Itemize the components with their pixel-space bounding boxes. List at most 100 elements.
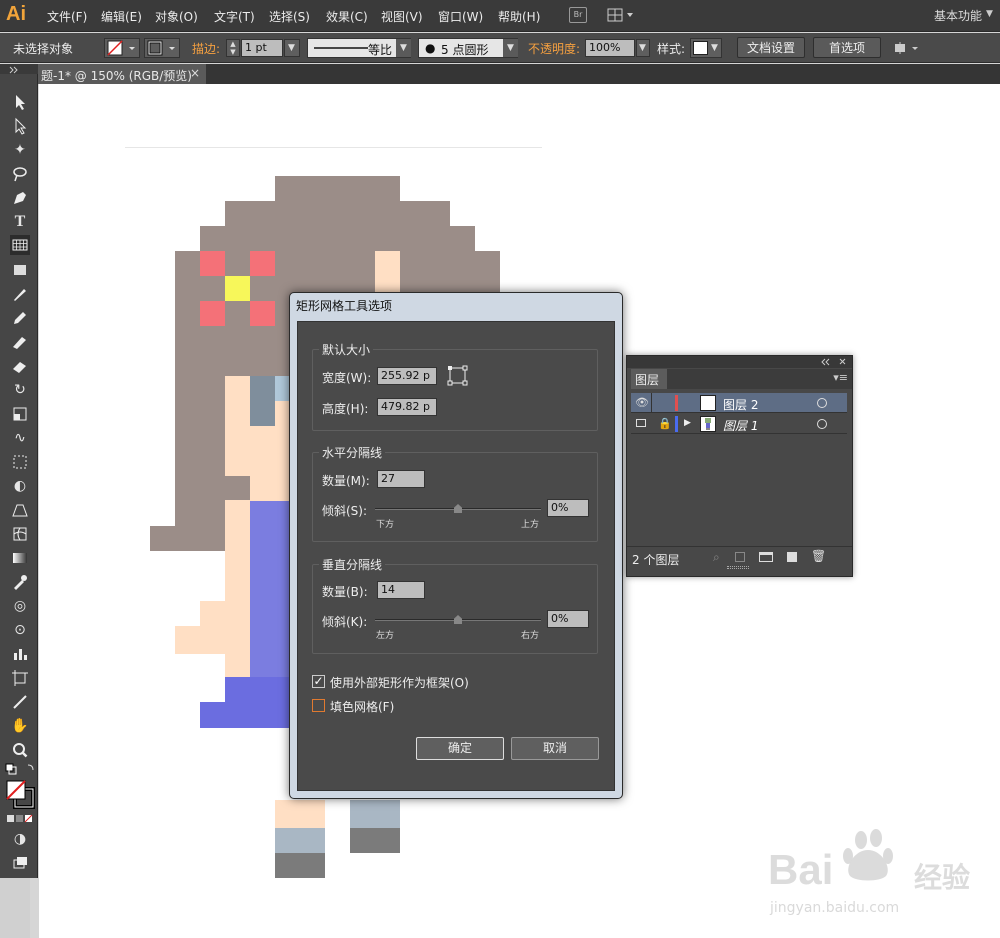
opacity-dropdown[interactable]: ▼ [636,39,650,57]
target-icon[interactable] [817,398,827,408]
mesh-tool-icon[interactable] [10,524,30,544]
arrange-documents-button[interactable] [606,7,634,23]
horizontal-skew-field[interactable]: 0% [547,499,589,517]
use-outer-rect-checkbox[interactable]: ✓ [312,675,325,688]
menu-file[interactable]: 文件(F) [47,8,87,25]
chevron-down-icon: ▼ [288,43,295,53]
gradient-tool-icon[interactable] [10,548,30,568]
screen-mode-icon[interactable] [10,853,30,873]
width-field[interactable]: 255.92 p [377,367,437,385]
lasso-tool-icon[interactable] [10,164,30,184]
dot-icon: ● [425,41,436,55]
menu-object[interactable]: 对象(O) [155,8,198,25]
new-layer-icon[interactable] [787,552,797,562]
document-tab[interactable]: 题-1* @ 150% (RGB/预览) [38,64,206,84]
layer-row-1[interactable]: 🔒 ▶ 图层 1 [631,414,847,434]
layer-row-2[interactable]: 👁 图层 2 [631,393,847,413]
magic-wand-tool-icon[interactable]: ✦ [10,140,30,160]
eraser-tool-icon[interactable] [10,356,30,376]
variable-width-profile[interactable]: 等比 ▼ [307,38,411,58]
column-graph-tool-icon[interactable] [10,644,30,664]
fill-grid-label[interactable]: 填色网格(F) [330,698,394,715]
preferences-button[interactable]: 首选项 [813,37,881,58]
cancel-button[interactable]: 取消 [511,737,599,760]
layers-tab[interactable]: 图层 [631,369,667,389]
stroke-weight-dropdown[interactable]: ▼ [284,39,300,57]
document-setup-button[interactable]: 文档设置 [737,37,805,58]
target-icon[interactable] [817,419,827,429]
menu-edit[interactable]: 编辑(E) [101,8,142,25]
opacity-label[interactable]: 不透明度: [528,40,580,57]
stroke-swatch[interactable] [144,38,180,58]
workspace-switcher[interactable]: 基本功能 [934,7,982,24]
shape-builder-tool-icon[interactable]: ◐ [10,476,30,496]
bridge-button[interactable]: Br [569,7,587,23]
menu-view[interactable]: 视图(V) [381,8,423,25]
menu-window[interactable]: 窗口(W) [438,8,483,25]
clipping-mask-icon[interactable] [735,552,745,562]
blob-brush-tool-icon[interactable] [10,332,30,352]
layers-panel-header[interactable] [627,356,852,368]
menu-type[interactable]: 文字(T) [214,8,255,25]
perspective-grid-tool-icon[interactable] [10,500,30,520]
menu-help[interactable]: 帮助(H) [498,8,540,25]
menu-effect[interactable]: 效果(C) [326,8,368,25]
vertical-skew-field[interactable]: 0% [547,610,589,628]
blend-tool-icon[interactable]: ◎ [10,596,30,616]
zoom-tool-icon[interactable] [10,740,30,760]
ok-button[interactable]: 确定 [416,737,504,760]
stroke-icon [147,40,175,56]
warp-tool-icon[interactable]: ∿ [10,428,30,448]
stroke-weight-stepper[interactable]: ▲ ▼ [226,39,240,57]
eye-icon[interactable]: 👁 [635,396,649,409]
lock-icon[interactable]: 🔒 [658,417,672,430]
hand-tool-icon[interactable]: ✋ [10,716,30,736]
rotate-tool-icon[interactable]: ↻ [10,380,30,400]
use-outer-rect-label[interactable]: 使用外部矩形作为框架(O) [330,674,469,691]
eyedropper-tool-icon[interactable] [10,572,30,592]
fill-stroke-swatches[interactable] [5,779,35,809]
layer-name[interactable]: 图层 2 [723,396,758,413]
panel-menu-icon[interactable]: ▾≡ [833,371,848,384]
chevron-down-icon[interactable]: ▼ [986,9,993,19]
panel-menu-button[interactable] [892,39,922,57]
symbol-sprayer-tool-icon[interactable]: ⊙ [10,620,30,640]
stroke-label[interactable]: 描边: [192,40,220,57]
pencil-tool-icon[interactable] [10,308,30,328]
tools-panel-header[interactable] [0,64,38,74]
reference-point-icon[interactable] [447,365,469,387]
type-tool-icon[interactable]: T [10,212,30,232]
visibility-icon[interactable] [636,419,646,427]
fill-swatch[interactable] [104,38,140,58]
default-colors-icon[interactable] [4,762,36,776]
stroke-weight-field[interactable]: 1 pt [241,39,283,57]
brush-definition[interactable]: ● 5 点圆形 ▼ [418,38,518,58]
close-icon[interactable]: × [190,66,200,80]
trash-icon[interactable]: 🗑 [811,549,826,563]
free-transform-tool-icon[interactable] [10,452,30,472]
menu-select[interactable]: 选择(S) [269,8,310,25]
fill-grid-checkbox[interactable] [312,699,325,712]
horizontal-count-field[interactable]: 27 [377,470,425,488]
locate-object-icon[interactable]: ⌕ [713,550,720,565]
watermark-brand-cn: 经验 [914,861,971,894]
slice-tool-icon[interactable] [10,692,30,712]
graphic-style-picker[interactable]: ▼ [690,38,722,58]
rectangle-tool-icon[interactable] [10,260,30,280]
height-field[interactable]: 479.82 p [377,398,437,416]
color-mode-icons[interactable] [6,813,34,825]
artboard-tool-icon[interactable] [10,668,30,688]
direct-selection-tool-icon[interactable] [10,116,30,136]
new-sublayer-icon[interactable] [759,552,773,562]
drawing-mode-icon[interactable]: ◑ [10,829,30,849]
pen-tool-icon[interactable] [10,188,30,208]
scale-tool-icon[interactable] [10,404,30,424]
expand-arrow-icon[interactable]: ▶ [684,418,691,428]
rectangular-grid-tool-icon[interactable] [10,235,30,255]
opacity-field[interactable]: 100% [585,39,635,57]
layer-name[interactable]: 图层 1 [723,417,758,434]
resize-grip[interactable] [727,566,749,569]
paintbrush-tool-icon[interactable] [10,284,30,304]
vertical-count-field[interactable]: 14 [377,581,425,599]
selection-tool-icon[interactable] [10,92,30,112]
